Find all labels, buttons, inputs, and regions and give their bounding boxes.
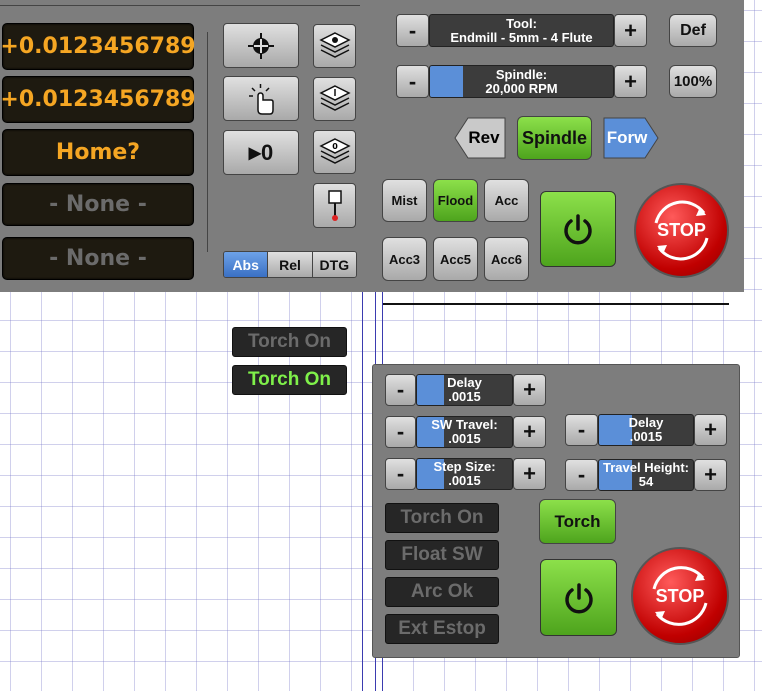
- play-arrow-icon: ▶: [248, 144, 262, 162]
- delay-right-slider[interactable]: Delay .0015: [598, 414, 694, 446]
- torch-height-control-panel: - Delay .0015 + - SW Travel: .0015 + - S…: [372, 364, 740, 658]
- spindle-reverse-button[interactable]: Rev: [454, 117, 506, 159]
- thc-estop-label: STOP: [655, 585, 705, 606]
- torch-on-indicator-off: Torch On: [232, 327, 347, 357]
- tab-strip: [0, 0, 360, 6]
- abs-mode-button[interactable]: Abs: [224, 252, 269, 277]
- travel-height-minus-button[interactable]: -: [565, 459, 598, 491]
- emergency-stop-button[interactable]: STOP: [634, 183, 729, 278]
- delay-slider[interactable]: Delay .0015: [416, 374, 513, 406]
- coordinate-mode-selector[interactable]: Abs Rel DTG: [223, 251, 357, 278]
- delay-title: Delay: [447, 375, 482, 390]
- spindle-title: Spindle:: [495, 66, 548, 82]
- layers-touch-button[interactable]: [313, 77, 356, 121]
- thc-power-button[interactable]: [540, 559, 617, 636]
- separator-line: [383, 303, 729, 305]
- spindle-value: 20,000 RPM: [485, 80, 558, 96]
- travel-height-value: 54: [638, 474, 654, 489]
- acc3-button[interactable]: Acc3: [382, 237, 427, 281]
- zero-axis-button[interactable]: ▶ 0: [223, 130, 299, 175]
- step-size-slider[interactable]: Step Size: .0015: [416, 458, 513, 490]
- dro-x[interactable]: +0.0123456789: [0, 23, 196, 70]
- power-button[interactable]: [540, 191, 616, 267]
- spindle-toggle-button[interactable]: Spindle: [517, 116, 592, 160]
- svg-text:0: 0: [332, 142, 338, 151]
- crosshair-icon: [248, 32, 274, 59]
- step-size-value: .0015: [448, 473, 481, 488]
- tool-value: Endmill - 5mm - 4 Flute: [450, 29, 593, 45]
- rev-label: Rev: [468, 128, 500, 147]
- torch-on-status: Torch On: [385, 503, 499, 533]
- dro-panel: +0.0123456789 +0.0123456789 Home? - None…: [0, 0, 372, 292]
- float-sw-status: Float SW: [385, 540, 499, 570]
- sw-travel-slider[interactable]: SW Travel: .0015: [416, 416, 513, 448]
- acc-button[interactable]: Acc: [484, 179, 529, 222]
- divider: [207, 32, 208, 252]
- travel-height-title: Travel Height:: [603, 460, 689, 475]
- acc5-button[interactable]: Acc5: [433, 237, 478, 281]
- travel-height-plus-button[interactable]: +: [694, 459, 727, 491]
- forw-label: Forw: [606, 128, 648, 147]
- torch-button[interactable]: Torch: [539, 499, 616, 544]
- spindle-panel: - Tool: Endmill - 5mm - 4 Flute + Def - …: [372, 0, 744, 292]
- torch-on-indicator-on: Torch On: [232, 365, 347, 395]
- mist-button[interactable]: Mist: [382, 179, 427, 222]
- dro-y[interactable]: +0.0123456789: [0, 76, 196, 123]
- dro-z[interactable]: Home?: [2, 129, 194, 176]
- sw-travel-title: SW Travel:: [431, 417, 498, 432]
- tool-selector[interactable]: Tool: Endmill - 5mm - 4 Flute: [429, 14, 614, 47]
- finger-tap-icon: [249, 83, 274, 115]
- rel-mode-button[interactable]: Rel: [268, 252, 313, 277]
- layers-gear-button[interactable]: [313, 24, 356, 68]
- tool-probe-button[interactable]: [313, 183, 356, 228]
- spindle-override-reset-button[interactable]: 100%: [669, 65, 717, 98]
- power-icon: [564, 582, 593, 613]
- sw-travel-minus-button[interactable]: -: [385, 416, 416, 448]
- tool-plus-button[interactable]: +: [614, 14, 647, 47]
- delay-right-minus-button[interactable]: -: [565, 414, 598, 446]
- thc-emergency-stop-button[interactable]: STOP: [631, 547, 729, 645]
- touch-button[interactable]: [223, 76, 299, 121]
- go-to-work-zero-button[interactable]: [223, 23, 299, 68]
- delay-value: .0015: [448, 389, 481, 404]
- delay-plus-button[interactable]: +: [513, 374, 546, 406]
- layers-icon: 0: [318, 138, 351, 164]
- power-icon: [564, 214, 592, 245]
- spindle-speed-slider[interactable]: Spindle: 20,000 RPM: [429, 65, 614, 98]
- arc-ok-status: Arc Ok: [385, 577, 499, 607]
- step-size-minus-button[interactable]: -: [385, 458, 416, 490]
- delay-right-value: .0015: [629, 429, 663, 444]
- tool-title: Tool:: [506, 15, 537, 31]
- dro-b[interactable]: - None -: [2, 237, 194, 280]
- delay-right-plus-button[interactable]: +: [694, 414, 727, 446]
- spindle-minus-button[interactable]: -: [396, 65, 429, 98]
- acc6-button[interactable]: Acc6: [484, 237, 529, 281]
- dtg-mode-button[interactable]: DTG: [312, 252, 356, 277]
- sw-travel-plus-button[interactable]: +: [513, 416, 546, 448]
- default-tool-button[interactable]: Def: [669, 14, 717, 47]
- dro-a[interactable]: - None -: [2, 183, 194, 226]
- step-size-title: Step Size:: [433, 459, 496, 474]
- tool-probe-icon: [327, 189, 342, 221]
- estop-label: STOP: [657, 220, 706, 240]
- layers-icon: [318, 85, 351, 111]
- ext-estop-status: Ext Estop: [385, 614, 499, 644]
- zero-label: 0: [261, 139, 274, 165]
- travel-height-slider[interactable]: Travel Height: 54: [598, 459, 694, 491]
- spindle-plus-button[interactable]: +: [614, 65, 647, 98]
- delay-right-title: Delay: [628, 415, 664, 430]
- tool-minus-button[interactable]: -: [396, 14, 429, 47]
- layers-zero-button[interactable]: 0: [313, 130, 356, 174]
- sw-travel-value: .0015: [448, 431, 481, 446]
- delay-minus-button[interactable]: -: [385, 374, 416, 406]
- spindle-forward-button[interactable]: Forw: [603, 117, 659, 159]
- layers-icon: [318, 32, 351, 58]
- flood-button[interactable]: Flood: [433, 179, 478, 222]
- step-size-plus-button[interactable]: +: [513, 458, 546, 490]
